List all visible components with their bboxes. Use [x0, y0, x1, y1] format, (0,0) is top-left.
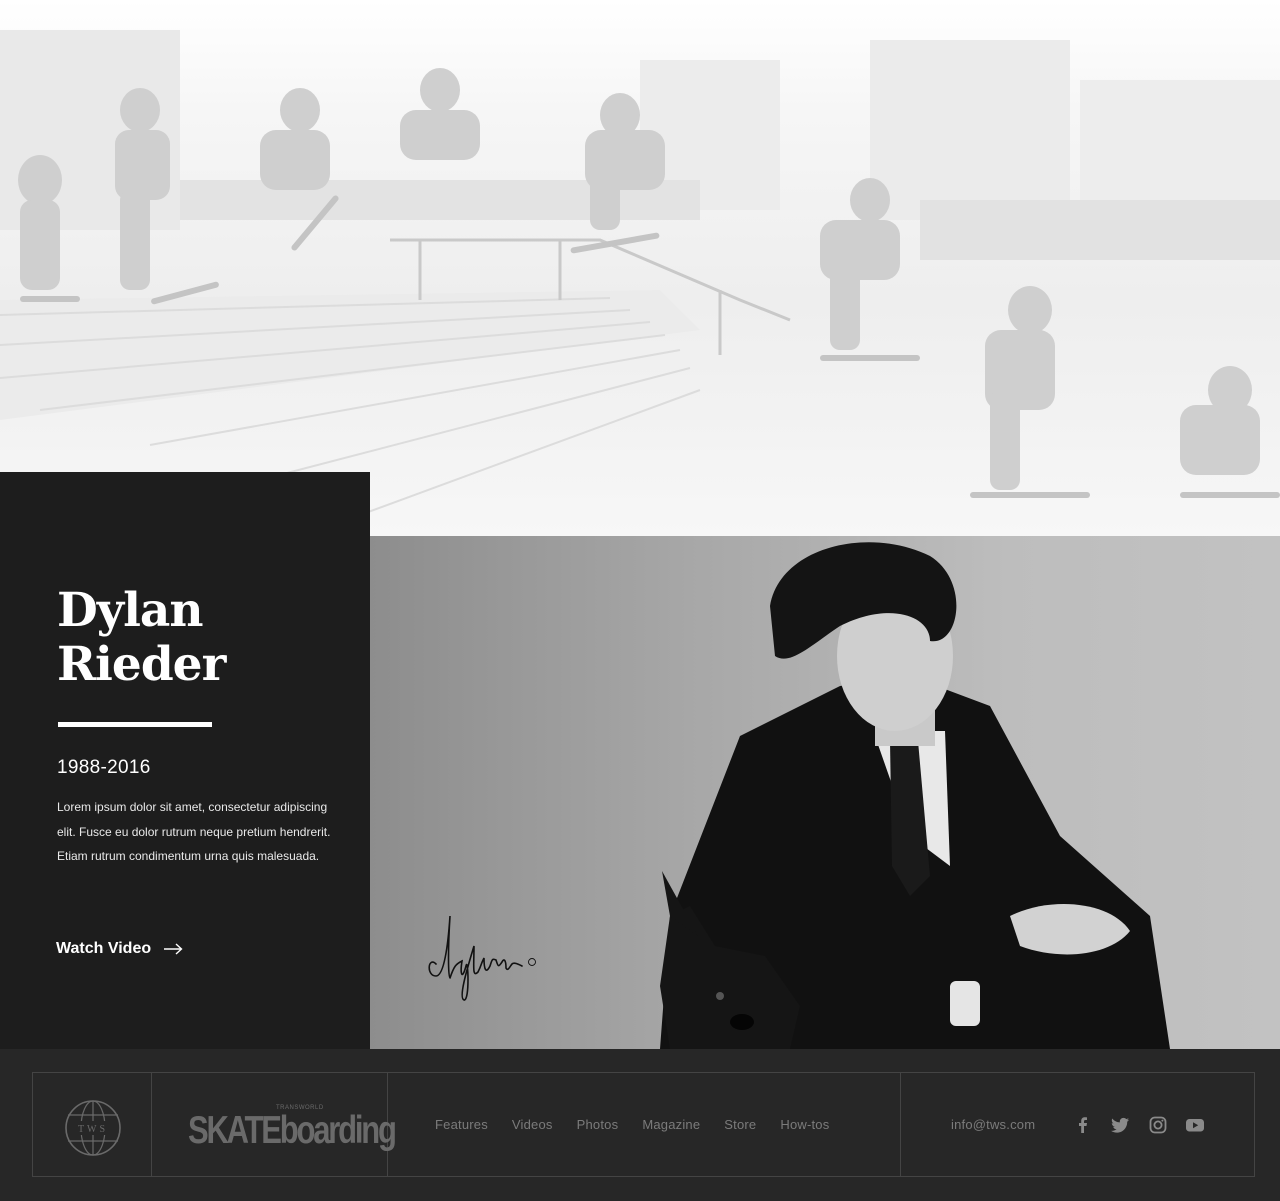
globe-logo-text: TWS [78, 1124, 108, 1135]
globe-logo-icon[interactable]: TWS [64, 1099, 122, 1157]
watch-video-label: Watch Video [56, 940, 152, 957]
facebook-icon[interactable] [1073, 1115, 1093, 1135]
last-name: Rieder [57, 637, 226, 692]
nav-store[interactable]: Store [724, 1117, 756, 1132]
footer-divider [900, 1073, 901, 1176]
footer-nav: Features Videos Photos Magazine Store Ho… [435, 1117, 853, 1132]
hero-banner [0, 0, 1280, 536]
years-text: 1988-2016 [57, 757, 151, 778]
title-divider [58, 722, 212, 727]
contact-email-link[interactable]: info@tws.com [951, 1117, 1035, 1132]
nav-videos[interactable]: Videos [512, 1117, 553, 1132]
youtube-icon[interactable] [1185, 1115, 1205, 1135]
logo-wordmark: SKATEboarding [188, 1108, 397, 1152]
twitter-icon[interactable] [1110, 1115, 1130, 1135]
bio-panel: Dylan Rieder 1988-2016 Lorem ipsum dolor… [0, 472, 370, 1049]
nav-photos[interactable]: Photos [577, 1117, 619, 1132]
nav-features[interactable]: Features [435, 1117, 488, 1132]
instagram-icon[interactable] [1148, 1115, 1168, 1135]
watch-video-button[interactable]: Watch Video [56, 940, 183, 958]
arrow-right-icon [164, 943, 183, 955]
page-title: Dylan Rieder [57, 584, 357, 692]
first-name: Dylan [57, 583, 204, 638]
portrait-photo [370, 536, 1280, 1049]
skateboarding-logo[interactable]: TRANSWORLD SKATEboarding [186, 1104, 397, 1152]
nav-how-tos[interactable]: How-tos [780, 1117, 829, 1132]
bio-description: Lorem ipsum dolor sit amet, consectetur … [57, 800, 331, 863]
footer: TWS TRANSWORLD SKATEboarding Features Vi… [0, 1049, 1280, 1201]
footer-divider [151, 1073, 152, 1176]
signature [428, 915, 536, 1001]
skate-sequence-photo [0, 30, 1280, 516]
nav-magazine[interactable]: Magazine [642, 1117, 700, 1132]
